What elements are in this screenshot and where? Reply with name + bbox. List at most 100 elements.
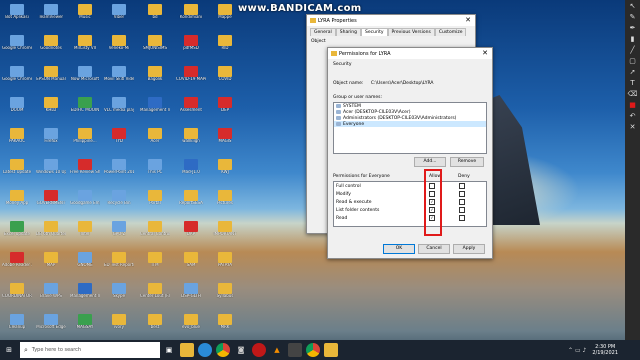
desktop-icon[interactable]: Philippine...: [70, 128, 100, 162]
desktop-icon[interactable]: PAKAOC: [2, 128, 32, 162]
desktop-icon[interactable]: Goodgame Empire: [70, 190, 100, 224]
desktop-icon[interactable]: Bagolik: [140, 66, 170, 100]
deny-checkbox[interactable]: [459, 191, 465, 197]
desktop-icon[interactable]: Central Control: [140, 221, 170, 255]
vlc-icon[interactable]: ▲: [270, 343, 284, 357]
desktop-icon[interactable]: KWJ: [210, 159, 240, 193]
desktop-icon[interactable]: GNOME: [70, 252, 100, 286]
apply-button[interactable]: Apply: [453, 244, 485, 254]
desktop-icon[interactable]: DEP: [210, 97, 240, 131]
add-button[interactable]: Add...: [414, 157, 446, 167]
tab-sharing[interactable]: Sharing: [335, 28, 362, 36]
rectangle-icon[interactable]: ▢: [627, 57, 638, 66]
desktop-icon[interactable]: SMJUNISIMS: [140, 35, 170, 69]
desktop-icon[interactable]: RID: [210, 35, 240, 69]
desktop-icon[interactable]: EPSON Manual: [36, 66, 66, 100]
tab-customize[interactable]: Customize: [434, 28, 467, 36]
desktop-icon[interactable]: SAM: [176, 252, 206, 286]
desktop-icon[interactable]: GPU-Z: [104, 221, 134, 255]
desktop-icon[interactable]: KHLU: [36, 97, 66, 131]
desktop-icon[interactable]: Veneko-Mi: [104, 35, 134, 69]
tray-icons[interactable]: ⌃ ▭ ♪: [568, 347, 586, 354]
desktop-icon[interactable]: COVID: [210, 66, 240, 100]
text-icon[interactable]: T: [627, 79, 638, 88]
deny-checkbox[interactable]: [459, 199, 465, 205]
desktop-icon[interactable]: bd: [140, 4, 170, 38]
desktop-icon[interactable]: Mad-J1.0: [176, 159, 206, 193]
desktop-icon[interactable]: ED Test Reports: [104, 252, 134, 286]
desktop-icon[interactable]: Recycle Bin: [104, 190, 134, 224]
properties-titlebar[interactable]: LYRA Properties ✕: [307, 15, 475, 26]
close-icon[interactable]: ✕: [461, 15, 475, 26]
desktop-icon[interactable]: Bot Aplikasi: [2, 4, 32, 38]
desktop-icon[interactable]: IMPORTANT: [210, 221, 240, 255]
desktop-icon[interactable]: VLC media player: [104, 97, 134, 131]
file-explorer-icon[interactable]: [324, 343, 338, 357]
desktop-icon[interactable]: Goodnotes: [36, 35, 66, 69]
user-list-item[interactable]: Everyone: [334, 121, 486, 127]
desktop-icon[interactable]: Adobe Reader XI: [2, 252, 32, 286]
clock[interactable]: 2:30 PM 2/19/2021: [592, 344, 618, 356]
desktop-icon[interactable]: Google Chrome: [2, 66, 32, 100]
arrow-icon[interactable]: ➚: [627, 68, 638, 77]
permissions-titlebar[interactable]: Permissions for LYRA ✕: [328, 48, 492, 59]
desktop-icon[interactable]: Latest Update: [2, 159, 32, 193]
desktop-icon[interactable]: DOOM: [2, 97, 32, 131]
tab-previous-versions[interactable]: Previous Versions: [387, 28, 435, 36]
search-box[interactable]: ⌕ Type here to search: [20, 342, 160, 358]
desktop-icon[interactable]: Brave WPS: [36, 283, 66, 317]
ok-button[interactable]: OK: [383, 244, 415, 254]
desktop-icon[interactable]: Music: [70, 4, 100, 38]
line-icon[interactable]: ╱: [627, 46, 638, 55]
bandicam-icon[interactable]: [252, 343, 266, 357]
desktop-icon[interactable]: MirListy VII: [70, 35, 100, 69]
deny-checkbox[interactable]: [459, 207, 465, 213]
desktop-icon[interactable]: COORDINATORS: [2, 283, 32, 317]
desktop-icon[interactable]: EDIFIC MOOIN: [70, 97, 100, 131]
color-swatch-icon[interactable]: ■: [627, 101, 638, 110]
desktop-icon[interactable]: MAP: [36, 252, 66, 286]
desktop-icon[interactable]: Movil Skitl Video: [104, 66, 134, 100]
desktop-icon[interactable]: Pictures: [210, 190, 240, 224]
security-tab[interactable]: Security: [328, 59, 492, 67]
app-icon[interactable]: [288, 343, 302, 357]
desktop-icon[interactable]: TeamViewer: [36, 4, 66, 38]
desktop-icon[interactable]: Firefox: [36, 128, 66, 162]
desktop-icon[interactable]: PATAYA: [210, 252, 240, 286]
desktop-icon[interactable]: Mappe: [210, 4, 240, 38]
desktop-icon[interactable]: Google Chrome: [2, 35, 32, 69]
cancel-button[interactable]: Cancel: [418, 244, 450, 254]
clear-icon[interactable]: ✕: [627, 123, 638, 132]
desktop-icon[interactable]: Excel update: [2, 221, 32, 255]
desktop-icon[interactable]: ReportSESA: [176, 190, 206, 224]
desktop-icon[interactable]: wallkiign: [176, 128, 206, 162]
desktop-icon[interactable]: TYD: [104, 128, 134, 162]
desktop-icon[interactable]: Management Information: [140, 97, 170, 131]
desktop-icon[interactable]: Kondimiani: [176, 4, 206, 38]
desktop-icon[interactable]: This PC: [140, 159, 170, 193]
tab-general[interactable]: General: [310, 28, 336, 36]
deny-checkbox[interactable]: [459, 215, 465, 221]
pen-icon[interactable]: ✒: [627, 24, 638, 33]
camera-icon[interactable]: ◙: [234, 343, 248, 357]
desktop-icon[interactable]: MAGIS: [210, 128, 240, 162]
desktop-icon[interactable]: Portal: [140, 190, 170, 224]
desktop-icon[interactable]: pdfMSD: [176, 35, 206, 69]
desktop-icon[interactable]: PowerPoint 2016: [104, 159, 134, 193]
task-view-icon[interactable]: ▣: [162, 343, 176, 357]
undo-icon[interactable]: ↶: [627, 112, 638, 121]
desktop-icon[interactable]: DB 6th Quarter: [36, 221, 66, 255]
desktop-icon[interactable]: Acer: [140, 128, 170, 162]
desktop-icon[interactable]: Free Review Shapes: [70, 159, 100, 193]
permission-list[interactable]: Full control Modify Read & execute ✓ List fo…: [333, 181, 487, 227]
desktop-icon[interactable]: Now Microsoft: [70, 66, 100, 100]
remove-button[interactable]: Remove: [450, 157, 484, 167]
marker-icon[interactable]: ▮: [627, 35, 638, 44]
desktop-icon[interactable]: Money App: [2, 190, 32, 224]
desktop-icon[interactable]: Windows 10 Update: [36, 159, 66, 193]
pointer-icon[interactable]: ↖: [627, 2, 638, 11]
eraser-icon[interactable]: ⌫: [627, 90, 638, 99]
file-explorer-icon[interactable]: [180, 343, 194, 357]
edge-icon[interactable]: [198, 343, 212, 357]
desktop-icon[interactable]: Syllabus: [210, 283, 240, 317]
